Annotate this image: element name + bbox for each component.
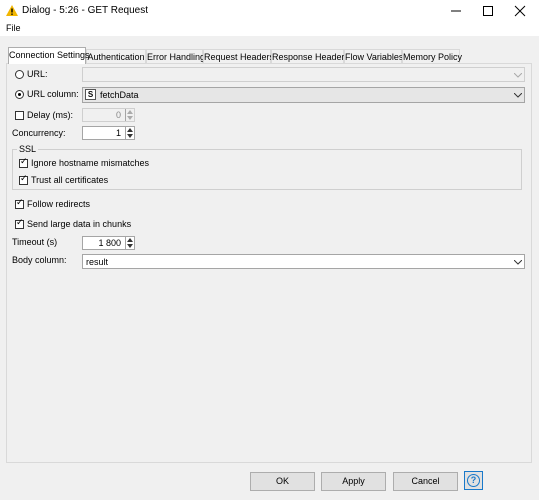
url-radio[interactable]: [15, 70, 24, 79]
spin-down-icon[interactable]: [127, 116, 133, 120]
timeout-spin-buttons[interactable]: [125, 237, 134, 249]
ignore-hostname-label: Ignore hostname mismatches: [31, 158, 150, 168]
tab-response-headers[interactable]: Response Headers: [271, 49, 349, 63]
body-column-label: Body column:: [12, 255, 67, 265]
concurrency-spin-buttons[interactable]: [125, 127, 134, 139]
send-chunks-label: Send large data in chunks: [27, 219, 132, 229]
tab-error-handling[interactable]: Error Handling: [146, 49, 205, 63]
trust-all-label: Trust all certificates: [31, 175, 109, 185]
body-column-value: result: [86, 257, 109, 267]
title-bar: Dialog - 5:26 - GET Request: [0, 0, 539, 22]
timeout-label: Timeout (s): [12, 237, 58, 247]
delay-label: Delay (ms):: [27, 110, 74, 120]
url-label: URL:: [27, 69, 48, 79]
delay-spinner[interactable]: 0: [82, 108, 135, 122]
menu-file[interactable]: File: [6, 23, 21, 33]
url-column-radio[interactable]: [15, 90, 24, 99]
chevron-down-icon: [514, 73, 522, 78]
spin-up-icon[interactable]: [127, 128, 133, 132]
help-icon: ?: [467, 474, 480, 487]
help-button[interactable]: ?: [464, 471, 483, 490]
delay-spin-buttons[interactable]: [125, 109, 134, 121]
chevron-down-icon: [514, 93, 522, 98]
minimize-icon[interactable]: [450, 5, 462, 17]
follow-redirects-label: Follow redirects: [27, 199, 91, 209]
tab-connection-settings[interactable]: Connection Settings: [8, 47, 90, 64]
concurrency-spinner[interactable]: 1: [82, 126, 135, 140]
spin-down-icon[interactable]: [127, 244, 133, 248]
warning-icon: [6, 5, 18, 16]
ssl-group-label: SSL: [17, 144, 39, 154]
tab-memory-policy[interactable]: Memory Policy: [402, 49, 462, 63]
follow-redirects-checkbox[interactable]: [15, 198, 24, 209]
menu-bar: File: [0, 22, 539, 36]
apply-button[interactable]: Apply: [321, 472, 386, 491]
window-title: Dialog - 5:26 - GET Request: [22, 5, 148, 16]
timeout-spinner[interactable]: 1 800: [82, 236, 135, 250]
url-column-label: URL column:: [27, 89, 79, 99]
url-column-value: fetchData: [100, 90, 139, 100]
send-chunks-checkbox[interactable]: [15, 218, 24, 229]
spin-up-icon[interactable]: [127, 238, 133, 242]
maximize-icon[interactable]: [482, 5, 494, 17]
spin-down-icon[interactable]: [127, 134, 133, 138]
tab-authentication[interactable]: Authentication: [86, 49, 146, 63]
ignore-hostname-checkbox[interactable]: [19, 157, 28, 168]
string-type-icon: S: [85, 89, 96, 100]
ok-button[interactable]: OK: [250, 472, 315, 491]
url-input[interactable]: [82, 67, 525, 82]
close-icon[interactable]: [514, 5, 526, 17]
cancel-button[interactable]: Cancel: [393, 472, 458, 491]
trust-all-checkbox[interactable]: [19, 174, 28, 185]
delay-checkbox[interactable]: [15, 111, 24, 120]
url-column-select[interactable]: S fetchData: [82, 87, 525, 103]
concurrency-label: Concurrency:: [12, 128, 66, 138]
tab-flow-variables[interactable]: Flow Variables: [344, 49, 403, 63]
spin-up-icon[interactable]: [127, 110, 133, 114]
chevron-down-icon: [514, 260, 522, 265]
body-column-select[interactable]: result: [82, 254, 525, 269]
tab-request-headers[interactable]: Request Headers: [203, 49, 274, 63]
